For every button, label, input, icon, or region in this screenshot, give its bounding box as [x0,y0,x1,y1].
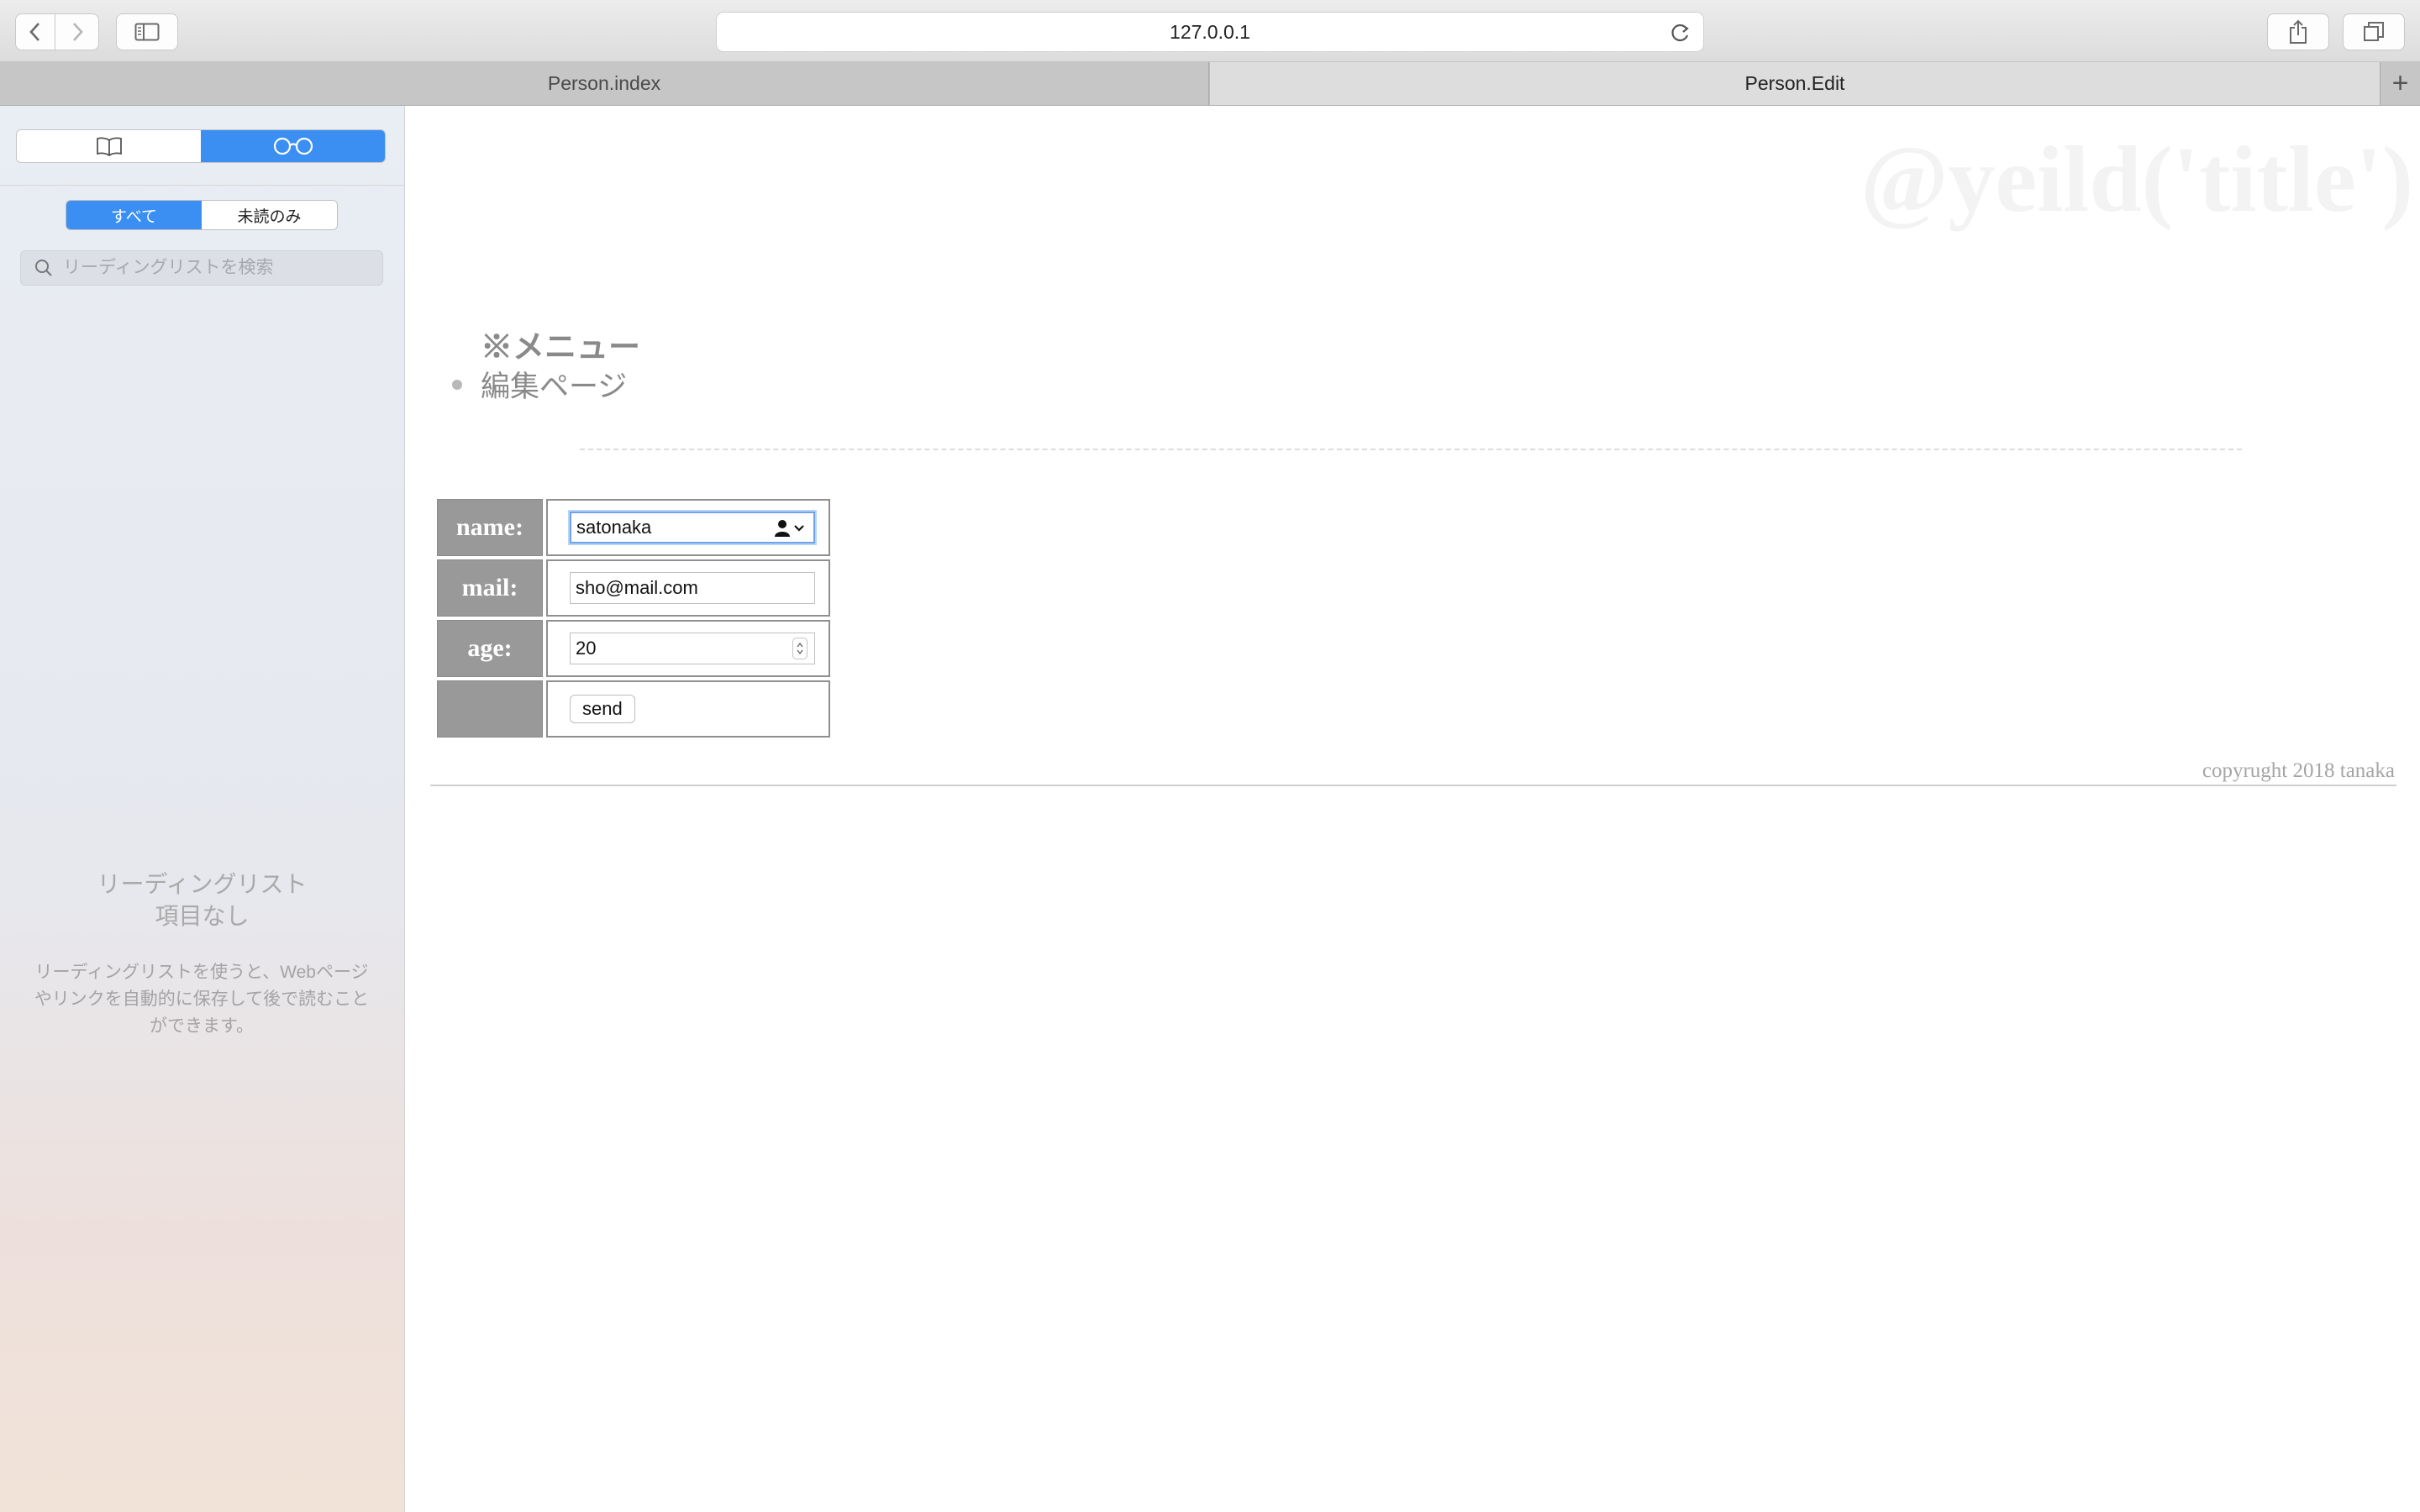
autofill-contact-icon[interactable] [773,518,807,538]
send-button[interactable]: send [570,695,635,723]
table-row: mail: [437,559,830,617]
browser-toolbar: 127.0.0.1 [0,0,2420,62]
bookmarks-icon [96,137,122,156]
tab-person-edit[interactable]: Person.Edit [1210,62,2380,105]
back-button[interactable] [15,13,55,50]
page-title-watermark: @yeild('title') [1860,128,2413,232]
address-text: 127.0.0.1 [1170,20,1250,43]
mail-field[interactable] [570,572,815,604]
empty-state-title: リーディングリスト 項目なし [0,869,404,932]
table-row: send [437,680,830,738]
reading-list-segment[interactable] [201,130,385,162]
menu-list: 編集ページ [452,363,627,406]
reading-list-search-input[interactable] [61,257,376,279]
age-input[interactable] [571,637,745,660]
submit-cell: send [546,680,830,738]
web-page: @yeild('title') ※メニュー 編集ページ name: mail: … [405,106,2420,1512]
menu-item[interactable]: 編集ページ [452,363,627,406]
tab-overview-button[interactable] [2343,13,2405,50]
name-label: name: [437,499,543,556]
name-cell [546,499,830,556]
table-row: name: [437,499,830,556]
sidebar-toggle-button[interactable] [116,13,178,50]
filter-unread-tab[interactable]: 未読のみ [202,201,337,229]
reading-filter-control: すべて 未読のみ [66,200,338,230]
reading-list-sidebar: すべて 未読のみ リーディングリスト 項目なし リーディングリストを使うと、We… [0,106,405,1512]
mail-cell [546,559,830,617]
empty-label-cell [437,680,543,738]
reload-icon[interactable] [1670,21,1691,43]
age-label: age: [437,620,543,677]
share-icon [2290,19,2307,44]
empty-title-line2: 項目なし [155,903,250,929]
new-tab-button[interactable]: + [2380,62,2420,105]
table-row: age: [437,620,830,677]
mail-label: mail: [437,559,543,617]
share-button[interactable] [2267,13,2329,50]
stepper-arrows-icon [797,642,803,655]
tab-bar: Person.index Person.Edit + [0,62,2420,106]
filter-all-tab[interactable]: すべて [66,201,202,229]
address-bar[interactable]: 127.0.0.1 [716,12,1704,52]
empty-title-line1: リーディングリスト [97,871,308,897]
age-cell [546,620,830,677]
chevron-left-icon [29,23,39,41]
sidebar-segmented-control [16,129,386,163]
bookmarks-segment[interactable] [17,130,201,162]
name-field[interactable] [570,512,815,543]
reading-list-icon [273,137,313,155]
age-stepper[interactable] [792,638,808,659]
person-edit-form: name: mail: age: [434,496,834,741]
empty-state-description: リーディングリストを使うと、Webページやリンクを自動的に保存して後で読むことが… [34,963,370,1036]
mail-input[interactable] [571,576,745,600]
bullet-icon [452,379,462,390]
search-icon [35,260,52,276]
menu-heading: ※メニュー [481,330,641,365]
footer-divider [430,785,2396,786]
divider [0,185,404,186]
sidebar-icon [134,23,160,41]
tab-person-index[interactable]: Person.index [0,62,1209,105]
name-input[interactable] [571,516,746,539]
forward-button[interactable] [55,13,99,50]
copyright-text: copyrught 2018 tanaka [2202,759,2395,782]
reading-list-search[interactable] [20,250,383,286]
tabs-icon [2364,22,2384,41]
chevron-right-icon [72,23,83,41]
age-field[interactable] [570,633,815,664]
menu-item-label: 編集ページ [481,370,628,403]
dashed-divider [580,449,2242,450]
